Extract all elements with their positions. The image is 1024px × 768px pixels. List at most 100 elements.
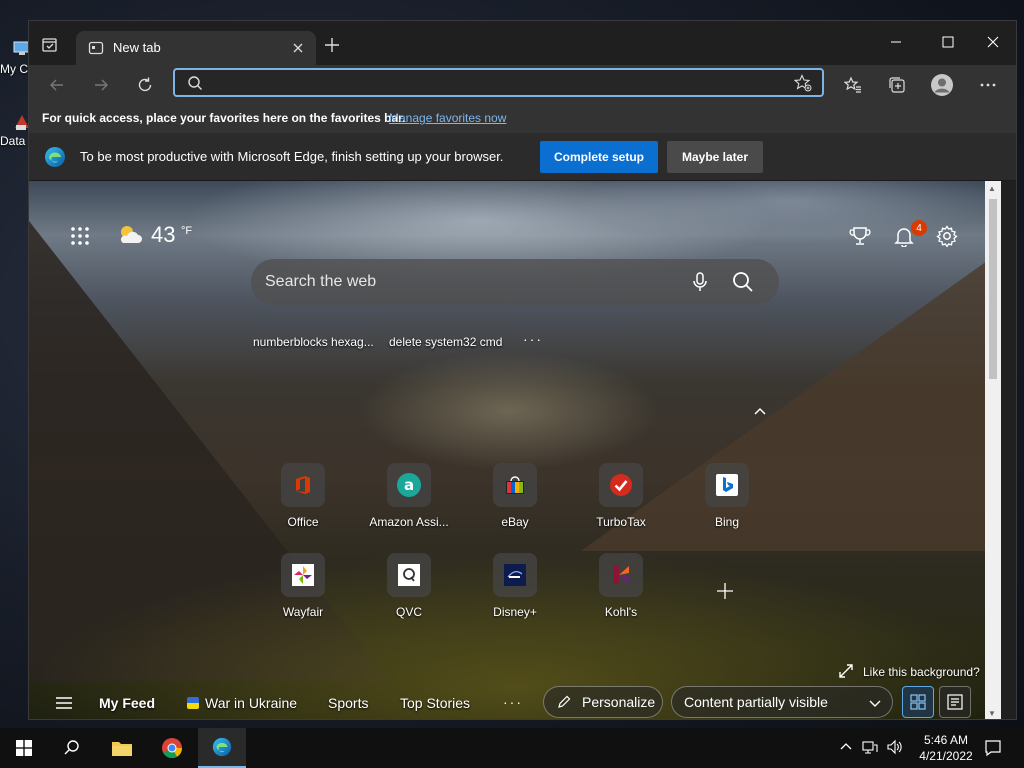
- action-center-notification-icon[interactable]: [984, 739, 1002, 757]
- grid-layout-icon: [910, 694, 926, 710]
- qvc-icon: [387, 553, 431, 597]
- microphone-icon[interactable]: [689, 271, 711, 293]
- notification-count-badge: 4: [911, 220, 927, 236]
- personalize-button[interactable]: Personalize: [543, 686, 663, 718]
- quick-link-label: eBay: [501, 515, 529, 529]
- tab-new-tab[interactable]: New tab: [76, 31, 316, 65]
- edge-logo-icon: [43, 145, 67, 169]
- quick-link-disney-plus[interactable]: Disney+: [470, 553, 560, 619]
- quick-link-wayfair[interactable]: Wayfair: [258, 553, 348, 619]
- quick-link-office[interactable]: Office: [258, 463, 348, 529]
- quick-link-qvc[interactable]: QVC: [364, 553, 454, 619]
- desktop-icon-my-computer[interactable]: My C: [0, 40, 30, 76]
- quick-link-label: Bing: [714, 515, 740, 529]
- manage-favorites-link[interactable]: Manage favorites now: [389, 111, 506, 125]
- tab-actions-icon[interactable]: [41, 36, 59, 54]
- forward-button[interactable]: [87, 71, 115, 99]
- quick-link-amazon-assistant[interactable]: a Amazon Assi...: [364, 463, 454, 529]
- clock-time: 5:46 AM: [923, 733, 969, 747]
- quick-link-bing[interactable]: Bing: [682, 463, 772, 529]
- system-clock[interactable]: 5:46 AM 4/21/2022: [914, 732, 978, 764]
- trending-more-icon[interactable]: ···: [523, 331, 543, 347]
- feed-menu-hamburger-icon[interactable]: [55, 696, 73, 710]
- turbotax-icon: [599, 463, 643, 507]
- wayfair-icon: [281, 553, 325, 597]
- pencil-icon: [556, 694, 572, 710]
- setup-message: To be most productive with Microsoft Edg…: [80, 149, 504, 164]
- scroll-up-arrow-icon[interactable]: ▲: [988, 184, 996, 193]
- maybe-later-button[interactable]: Maybe later: [667, 141, 763, 173]
- feed-tab-sports[interactable]: Sports: [328, 695, 368, 711]
- partly-cloudy-icon[interactable]: [117, 223, 143, 247]
- refresh-button[interactable]: [131, 71, 159, 99]
- maximize-button[interactable]: [925, 27, 971, 57]
- ukraine-flag-icon: [187, 697, 199, 709]
- back-button[interactable]: [43, 71, 71, 99]
- chevron-up-icon[interactable]: [753, 403, 767, 415]
- content-visibility-dropdown[interactable]: Content partially visible: [671, 686, 893, 718]
- trending-search-2[interactable]: delete system32 cmd: [389, 335, 502, 349]
- complete-setup-button[interactable]: Complete setup: [540, 141, 658, 173]
- feed-tab-war-in-ukraine[interactable]: War in Ukraine: [187, 695, 297, 711]
- add-favorite-icon[interactable]: [793, 74, 812, 92]
- address-bar[interactable]: [173, 68, 824, 97]
- chrome-button[interactable]: [148, 728, 196, 768]
- feed-tab-top-stories[interactable]: Top Stories: [400, 695, 470, 711]
- more-options-icon[interactable]: [974, 71, 1002, 99]
- personalize-label: Personalize: [582, 694, 656, 710]
- new-tab-plus-icon[interactable]: [322, 35, 342, 55]
- profile-avatar[interactable]: [928, 71, 956, 99]
- quick-link-label: Office: [287, 515, 319, 529]
- rewards-trophy-icon[interactable]: [849, 225, 871, 247]
- office-icon: [281, 463, 325, 507]
- taskbar-search-button[interactable]: [48, 728, 96, 768]
- quick-link-label: QVC: [395, 605, 422, 619]
- list-view-button[interactable]: [939, 686, 971, 718]
- page-settings-gear-icon[interactable]: [936, 225, 958, 248]
- start-button[interactable]: [0, 728, 48, 768]
- add-quick-link-plus-icon[interactable]: [715, 581, 735, 601]
- search-icon: [187, 75, 203, 91]
- new-tab-page-icon: [88, 40, 104, 56]
- content-visibility-label: Content partially visible: [684, 694, 828, 710]
- favorites-bar-message: For quick access, place your favorites h…: [42, 111, 406, 125]
- favorites-icon[interactable]: [839, 71, 867, 99]
- volume-icon[interactable]: [886, 739, 902, 755]
- feed-tab-my-feed[interactable]: My Feed: [99, 695, 155, 711]
- svg-text:a: a: [404, 476, 414, 494]
- quick-link-turbotax[interactable]: TurboTax: [576, 463, 666, 529]
- network-icon[interactable]: [862, 739, 878, 755]
- weather-temperature[interactable]: 43: [151, 222, 175, 248]
- grid-view-button[interactable]: [902, 686, 934, 718]
- quick-link-ebay[interactable]: eBay: [470, 463, 560, 529]
- close-window-button[interactable]: [970, 27, 1016, 57]
- edge-icon: [212, 737, 232, 757]
- quick-link-label: Kohl's: [604, 605, 638, 619]
- quick-link-kohls[interactable]: Kohl's: [576, 553, 666, 619]
- minimize-button[interactable]: [873, 27, 919, 57]
- windows-taskbar: 5:46 AM 4/21/2022: [0, 728, 1024, 768]
- web-search-box[interactable]: [251, 259, 779, 305]
- desktop-icon-data[interactable]: Data: [0, 112, 30, 148]
- scroll-down-arrow-icon[interactable]: ▼: [988, 709, 996, 718]
- feed-more-icon[interactable]: ···: [503, 694, 523, 710]
- chevron-down-icon: [868, 696, 882, 710]
- app-launcher-icon[interactable]: [69, 225, 91, 247]
- like-background-text: Like this background?: [863, 665, 980, 679]
- like-background-link[interactable]: Like this background?: [839, 664, 980, 679]
- address-input[interactable]: [213, 72, 783, 93]
- title-bar: New tab: [29, 21, 1016, 65]
- page-scrollbar[interactable]: ▲ ▼: [985, 181, 1001, 719]
- edge-taskbar-button[interactable]: [198, 728, 246, 768]
- search-icon[interactable]: [731, 270, 755, 294]
- close-tab-icon[interactable]: [290, 40, 306, 56]
- trending-search-1[interactable]: numberblocks hexag...: [253, 335, 374, 349]
- scrollbar-thumb[interactable]: [989, 199, 997, 379]
- navigation-toolbar: [29, 65, 1016, 105]
- web-search-input[interactable]: [265, 271, 685, 293]
- desktop-icon-label: Data: [0, 134, 26, 148]
- show-hidden-icons-chevron-up-icon[interactable]: [838, 739, 854, 755]
- file-explorer-button[interactable]: [98, 728, 146, 768]
- search-icon: [64, 740, 79, 755]
- collections-icon[interactable]: [883, 71, 911, 99]
